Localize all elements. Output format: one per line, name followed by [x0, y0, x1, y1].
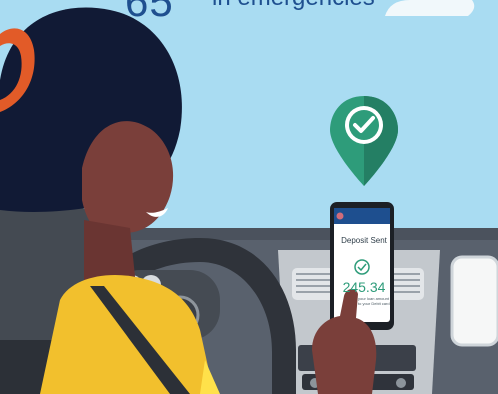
phone — [330, 202, 394, 330]
phone-note: your loan amount to your Debit card — [358, 296, 390, 306]
tagline: in emergencies — [212, 0, 375, 12]
cloud — [385, 0, 475, 16]
right-vent — [452, 257, 498, 345]
phone-amount: 245.34 — [342, 279, 386, 295]
car-interior-illustration — [0, 0, 498, 394]
headline-fragment: 65 — [125, 0, 174, 25]
phone-screen-title: Deposit Sent — [341, 236, 387, 245]
illustration-scene: 65 in emergencies Deposit Sent 245.34 yo… — [0, 0, 498, 394]
